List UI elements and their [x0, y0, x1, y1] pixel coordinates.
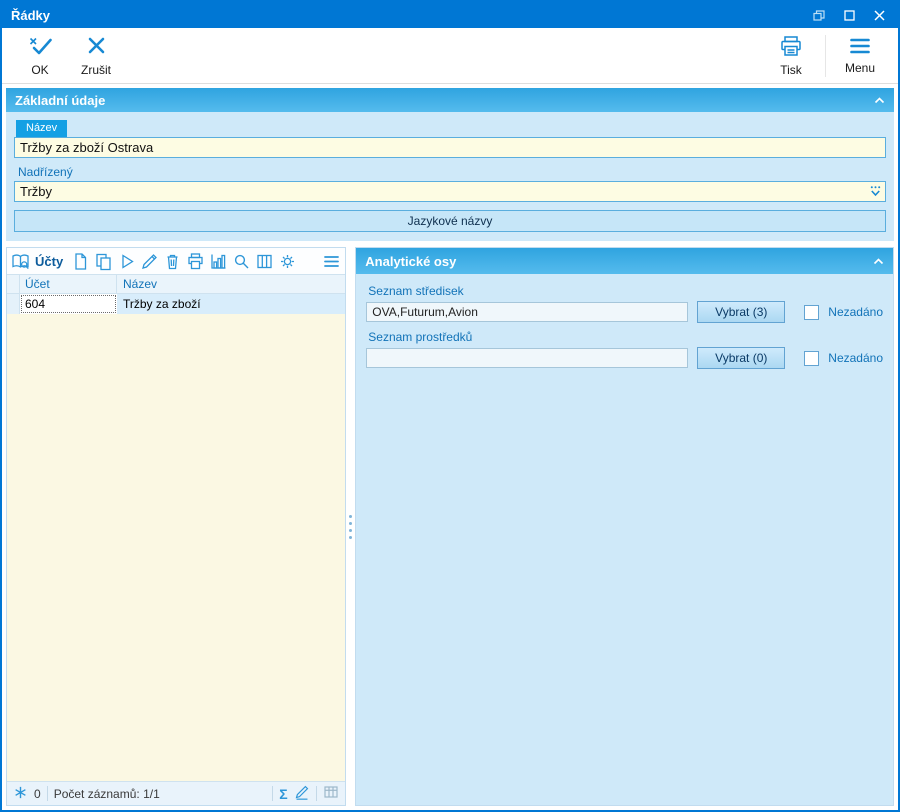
basic-section: Název Nadřízený Jazykové názvy: [6, 112, 894, 241]
cancel-x-icon: [85, 35, 107, 60]
accounts-toolbar: Účty: [7, 248, 345, 274]
table-row[interactable]: 604 Tržby za zboží: [7, 294, 345, 314]
axes-section-header: Analytické osy: [356, 248, 893, 274]
name-field-tab: Název: [16, 120, 67, 137]
close-icon[interactable]: [864, 3, 894, 27]
language-names-button[interactable]: Jazykové názvy: [14, 210, 886, 232]
status-divider: [272, 786, 273, 801]
export-table-icon[interactable]: [323, 784, 339, 803]
collapse-axes-icon[interactable]: [873, 258, 884, 265]
parent-field-label: Nadřízený: [18, 165, 886, 179]
column-header-ucet[interactable]: Účet: [20, 275, 117, 293]
hamburger-icon: [849, 37, 871, 58]
cancel-button[interactable]: Zrušit: [68, 30, 124, 82]
select-centers-button[interactable]: Vybrat (3): [697, 301, 785, 323]
accounts-table-header: Účet Název: [7, 274, 345, 294]
row-selector-header: [7, 275, 20, 293]
resources-input[interactable]: [366, 348, 688, 368]
status-counter: 0: [34, 787, 41, 801]
centers-row: Vybrat (3) Nezadáno: [366, 301, 883, 323]
name-input[interactable]: [14, 137, 886, 158]
resources-field-label: Seznam prostředků: [368, 330, 883, 344]
app-window: Řádky OK: [0, 0, 900, 812]
accounts-panel: Účty: [6, 247, 346, 806]
main-split: Účty: [6, 247, 894, 806]
accounts-status-bar: 0 Počet záznamů: 1/1 Σ: [7, 781, 345, 805]
cell-nazev[interactable]: Tržby za zboží: [117, 294, 345, 314]
print-grid-icon[interactable]: [185, 251, 206, 272]
basic-section-header: Základní údaje: [6, 88, 894, 112]
accounts-book-icon[interactable]: [10, 251, 31, 272]
print-label: Tisk: [780, 63, 802, 77]
status-divider: [47, 786, 48, 801]
centers-input[interactable]: [366, 302, 688, 322]
ok-check-icon: [27, 35, 53, 60]
refresh-asterisk-icon: [13, 785, 28, 803]
sum-icon[interactable]: Σ: [279, 787, 287, 801]
cancel-label: Zrušit: [81, 63, 111, 77]
collapse-basic-icon[interactable]: [874, 97, 885, 104]
record-count-label: Počet záznamů: 1/1: [54, 787, 160, 801]
basic-header-label: Základní údaje: [15, 93, 105, 108]
columns-icon[interactable]: [254, 251, 275, 272]
chart-icon[interactable]: [208, 251, 229, 272]
panel-splitter[interactable]: [346, 247, 356, 806]
title-bar: Řádky: [2, 2, 898, 28]
main-toolbar: OK Zrušit Tisk: [2, 28, 898, 84]
print-button[interactable]: Tisk: [763, 30, 819, 82]
grid-menu-icon[interactable]: [321, 251, 342, 272]
edit-icon[interactable]: [139, 251, 160, 272]
window-title: Řádky: [11, 8, 804, 23]
status-divider: [316, 786, 317, 801]
centers-nezadano-checkbox[interactable]: [804, 305, 819, 320]
menu-label: Menu: [845, 61, 875, 75]
resources-nezadano-label: Nezadáno: [828, 351, 883, 365]
centers-field-label: Seznam středisek: [368, 284, 883, 298]
centers-nezadano-label: Nezadáno: [828, 305, 883, 319]
new-record-icon[interactable]: [70, 251, 91, 272]
resources-nezadano-checkbox[interactable]: [804, 351, 819, 366]
column-header-nazev[interactable]: Název: [117, 275, 345, 293]
axes-panel: Analytické osy Seznam středisek Vybrat (…: [355, 247, 894, 806]
accounts-title: Účty: [35, 254, 63, 269]
select-resources-button[interactable]: Vybrat (0): [697, 347, 785, 369]
ok-label: OK: [31, 63, 48, 77]
printer-icon: [779, 35, 803, 60]
resources-row: Vybrat (0) Nezadáno: [366, 347, 883, 369]
edit-mode-icon[interactable]: [294, 784, 310, 803]
toolbar-separator: [825, 35, 826, 77]
menu-button[interactable]: Menu: [832, 30, 888, 82]
dropdown-icon[interactable]: [869, 185, 882, 203]
copy-icon[interactable]: [93, 251, 114, 272]
delete-icon[interactable]: [162, 251, 183, 272]
cell-ucet[interactable]: 604: [20, 294, 117, 314]
search-icon[interactable]: [231, 251, 252, 272]
parent-combo: [14, 181, 886, 202]
row-selector-cell[interactable]: [7, 294, 20, 314]
axes-header-label: Analytické osy: [365, 254, 456, 269]
accounts-table-empty-area[interactable]: [7, 314, 345, 781]
ok-button[interactable]: OK: [12, 30, 68, 82]
dock-icon[interactable]: [804, 3, 834, 27]
axes-body: Seznam středisek Vybrat (3) Nezadáno Sez…: [356, 274, 893, 805]
settings-gear-icon[interactable]: [277, 251, 298, 272]
parent-input[interactable]: [14, 181, 886, 202]
maximize-icon[interactable]: [834, 3, 864, 27]
run-icon[interactable]: [116, 251, 137, 272]
